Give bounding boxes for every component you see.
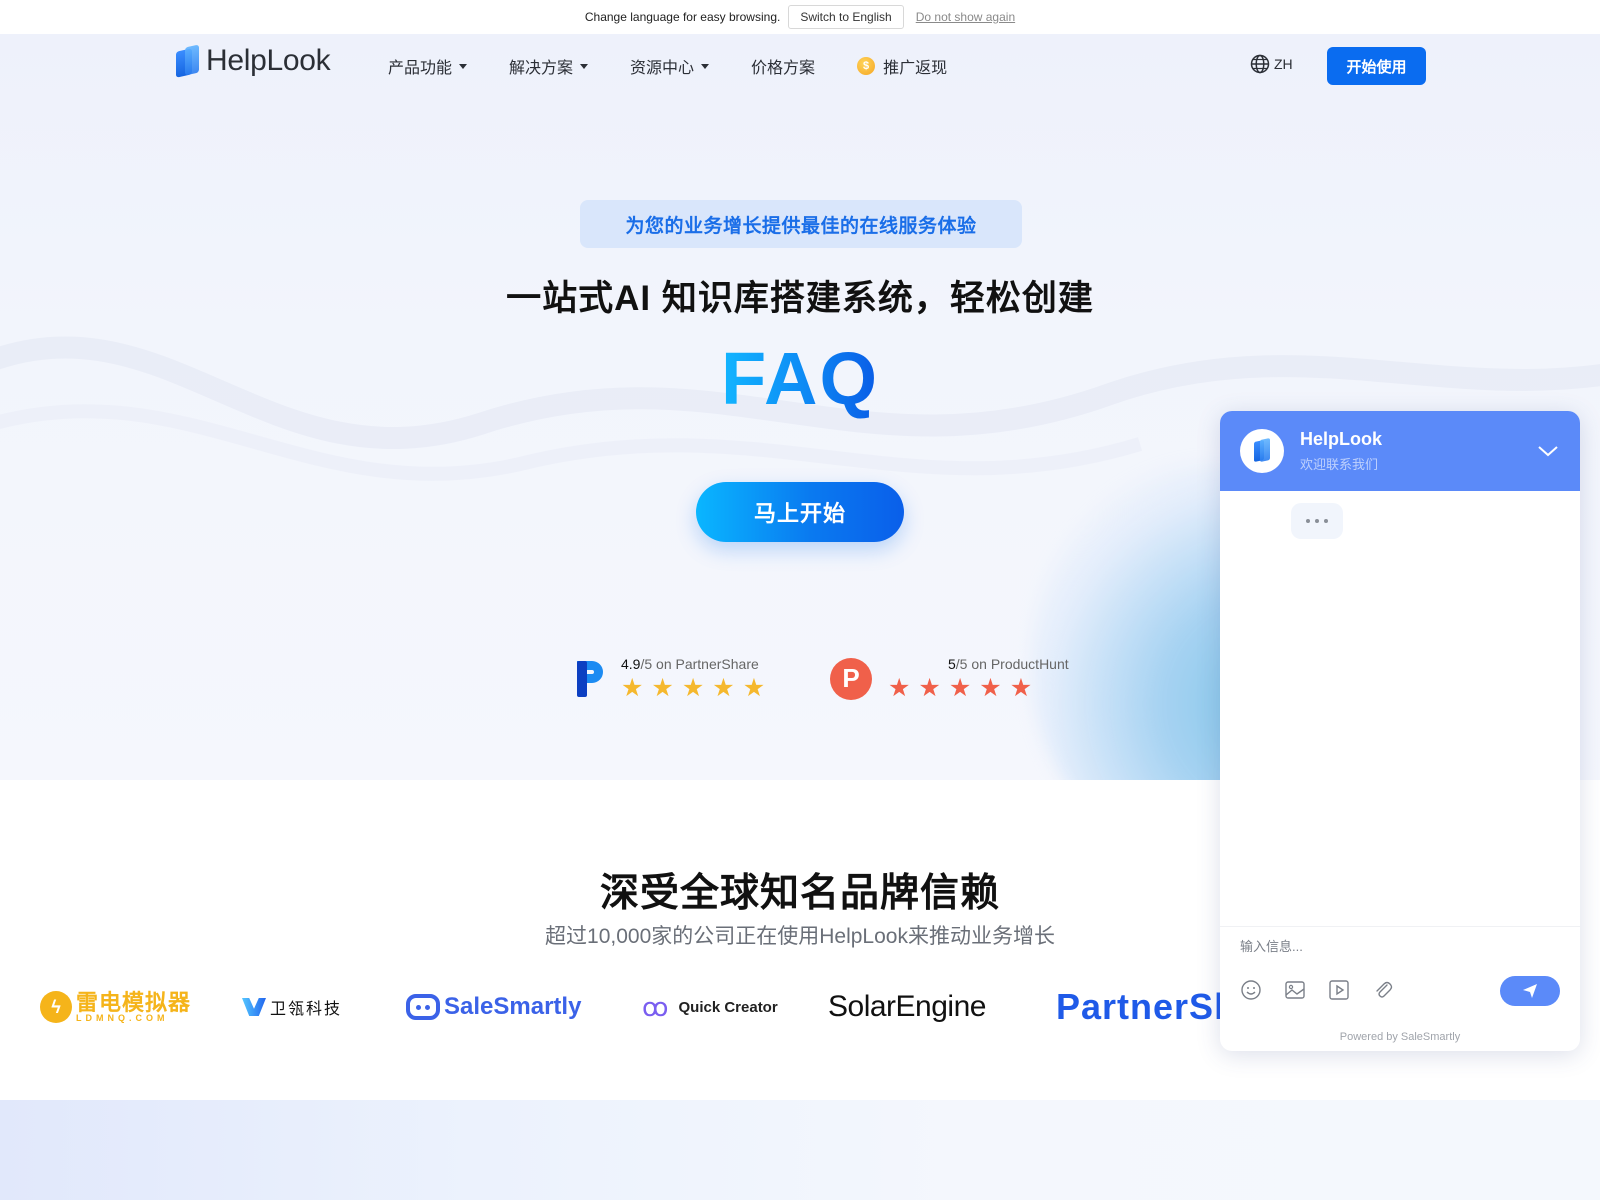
star-icon: ★	[681, 674, 705, 702]
language-banner-message: Change language for easy browsing.	[584, 10, 781, 24]
rating-suffix: /5 on PartnerShare	[640, 656, 759, 672]
star-icon: ★	[712, 674, 735, 702]
nav-item-label: 产品功能	[388, 60, 453, 77]
switch-to-english-button[interactable]: Switch to English	[788, 5, 904, 29]
brand-name: 雷电模拟器	[76, 989, 192, 1015]
partnershare-logo-icon	[575, 659, 605, 699]
rating-score: 4.9	[621, 656, 641, 672]
chat-header: HelpLook 欢迎联系我们	[1220, 411, 1580, 491]
nav-item-label: 解决方案	[509, 60, 574, 77]
producthunt-logo-icon: P	[830, 657, 872, 700]
coin-icon: $	[857, 57, 876, 75]
powered-by-label: Powered by SaleSmartly	[1339, 1031, 1461, 1043]
brand-name: SaleSmartly	[444, 993, 582, 1020]
star-icon: ★	[1009, 674, 1033, 702]
send-message-button[interactable]	[1500, 976, 1560, 1006]
helplook-logo[interactable]: HelpLook	[176, 44, 331, 78]
caret-down-icon	[701, 63, 710, 69]
language-selector[interactable]: ZH	[1250, 54, 1293, 74]
chat-subtitle: 欢迎联系我们	[1300, 457, 1379, 472]
hero-headline: 一站式AI 知识库搭建系统，轻松创建	[506, 279, 1094, 318]
chat-toolbar	[1240, 979, 1394, 1001]
logo-text: HelpLook	[206, 44, 331, 77]
star-icon: ★	[621, 674, 644, 702]
video-icon[interactable]	[1328, 979, 1350, 1001]
star-rating: ★ ★ ★ ★ ★	[621, 676, 765, 701]
hero-highlight-text: FAQ	[720, 337, 880, 420]
rating-text: 4.9/5 on PartnerShare	[621, 656, 765, 672]
brand-logo-salesmartly: SaleSmartly	[406, 982, 581, 1032]
get-started-button[interactable]: 马上开始	[696, 482, 904, 542]
brand-logo-solarengine: SolarEngine	[828, 982, 986, 1032]
rating-partnershare: 4.9/5 on PartnerShare ★ ★ ★ ★ ★	[575, 656, 765, 701]
star-icon: ★	[979, 674, 1002, 702]
nav-item-label: 资源中心	[630, 60, 695, 77]
nav-item-label: 推广返现	[883, 60, 948, 77]
hero-highlight: FAQ	[0, 336, 1600, 421]
caret-down-icon	[459, 63, 468, 69]
star-icon: ★	[888, 674, 911, 702]
nav-item-resources[interactable]: 资源中心	[630, 54, 710, 78]
next-section-background	[0, 1100, 1600, 1200]
chat-widget: HelpLook 欢迎联系我们 Powered by	[1220, 411, 1580, 1051]
chat-message-input[interactable]	[1240, 939, 1560, 954]
brand-logo-weiling: 卫瓴科技	[242, 982, 342, 1032]
chat-avatar	[1240, 429, 1284, 473]
nav-item-solutions[interactable]: 解决方案	[509, 54, 589, 78]
language-banner: Change language for easy browsing. Switc…	[0, 0, 1600, 34]
rating-producthunt: P 5/5 on ProductHunt ★ ★ ★ ★ ★	[830, 656, 1069, 701]
brand-domain: LDMNQ.COM	[76, 1012, 169, 1023]
brand-name: Quick Creator	[678, 998, 778, 1016]
globe-icon	[1250, 54, 1270, 74]
emoji-icon[interactable]	[1240, 979, 1262, 1001]
star-icon: ★	[651, 674, 674, 702]
hero-tagline-badge: 为您的业务增长提供最佳的在线服务体验	[580, 200, 1022, 248]
brand-name: SolarEngine	[828, 990, 986, 1023]
brand-logo-partnershare: PartnerSh	[1056, 982, 1237, 1032]
rating-text: 5/5 on ProductHunt	[888, 656, 1069, 672]
star-rating: ★ ★ ★ ★ ★	[888, 676, 1069, 701]
do-not-show-again-link[interactable]: Do not show again	[916, 10, 1015, 24]
chat-title: HelpLook	[1300, 429, 1383, 449]
quickcreator-loops-icon: ꝏ	[642, 991, 669, 1022]
nav-item-referral[interactable]: $ 推广返现	[857, 54, 947, 78]
brand-logo-leidian: ϟ 雷电模拟器 LDMNQ.COM	[40, 982, 191, 1032]
nav-item-pricing[interactable]: 价格方案	[751, 54, 815, 78]
chat-divider	[1220, 926, 1580, 927]
helplook-logo-icon	[176, 44, 200, 78]
weiling-w-icon	[242, 998, 266, 1016]
typing-indicator	[1291, 503, 1343, 539]
nav-menu: 产品功能 解决方案 资源中心 价格方案 $ 推广返现	[388, 34, 989, 98]
brand-name: 卫瓴科技	[270, 1001, 343, 1018]
chevron-down-icon[interactable]	[1536, 439, 1560, 463]
star-icon: ★	[948, 674, 972, 702]
rating-suffix: /5 on ProductHunt	[955, 656, 1069, 672]
nav-item-label: 价格方案	[751, 60, 816, 77]
start-using-button[interactable]: 开始使用	[1327, 47, 1426, 85]
lightning-icon: ϟ	[40, 991, 72, 1023]
image-icon[interactable]	[1284, 979, 1306, 1001]
star-icon: ★	[742, 674, 766, 702]
caret-down-icon	[580, 63, 589, 69]
top-nav: HelpLook 产品功能 解决方案 资源中心 价格方案 $ 推广返现 ZH 开…	[0, 34, 1600, 98]
brand-logo-quickcreator: ꝏ Quick Creator	[642, 982, 778, 1032]
send-icon	[1523, 984, 1537, 998]
attachment-icon[interactable]	[1372, 979, 1394, 1001]
language-code: ZH	[1274, 56, 1293, 72]
robot-icon	[406, 994, 440, 1020]
rating-score: 5	[948, 656, 956, 672]
nav-item-product-features[interactable]: 产品功能	[388, 54, 468, 78]
brand-name: PartnerSh	[1056, 986, 1238, 1027]
star-icon: ★	[918, 674, 941, 702]
